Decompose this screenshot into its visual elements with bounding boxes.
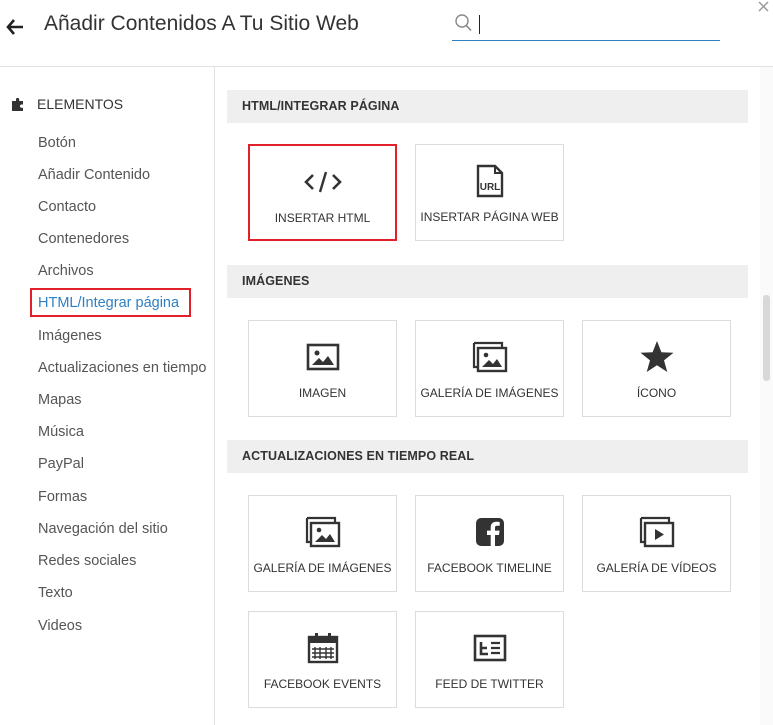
widget-tile[interactable]: FEED DE TWITTER: [415, 611, 564, 708]
widget-tile-label: INSERTAR HTML: [274, 211, 371, 225]
sidebar-item[interactable]: Formas: [38, 487, 87, 507]
widget-tile[interactable]: INSERTAR HTML: [248, 144, 397, 241]
widget-tile-label: IMAGEN: [298, 386, 347, 400]
sidebar-item[interactable]: Archivos: [38, 261, 94, 281]
widget-tile[interactable]: URL INSERTAR PÁGINA WEB: [415, 144, 564, 241]
search-input[interactable]: [476, 12, 720, 38]
section-header: ACTUALIZACIONES EN TIEMPO REAL: [227, 440, 748, 473]
section-title: HTML/INTEGRAR PÁGINA: [242, 99, 400, 113]
sidebar-item[interactable]: Texto: [38, 583, 73, 603]
feed-icon: [416, 632, 563, 664]
svg-text:URL: URL: [479, 182, 500, 193]
dialog-header: Añadir Contenidos A Tu Sitio Web: [0, 0, 773, 67]
content-panel: HTML/INTEGRAR PÁGINA INSERTAR HTML URL INSE…: [215, 67, 760, 725]
widget-tile-label: FACEBOOK TIMELINE: [427, 561, 552, 575]
sidebar-item[interactable]: PayPal: [38, 454, 84, 474]
active-item-highlight: [30, 288, 191, 317]
url-page-icon: URL: [416, 164, 563, 198]
sidebar-category-label: ELEMENTOS: [37, 96, 124, 112]
widget-tile[interactable]: ÍCONO: [582, 320, 731, 417]
widget-tile[interactable]: GALERÍA DE IMÁGENES: [248, 495, 397, 592]
widget-tile-label: GALERÍA DE IMÁGENES: [420, 386, 559, 400]
widget-tile-label: ÍCONO: [636, 386, 677, 400]
image-icon: [249, 341, 396, 373]
widget-tile[interactable]: IMAGEN: [248, 320, 397, 417]
sidebar: ELEMENTOS Botón Añadir Contenido Contacto C…: [0, 67, 215, 725]
sidebar-item[interactable]: Redes sociales: [38, 551, 136, 571]
close-icon[interactable]: [756, 0, 770, 14]
search-box[interactable]: [452, 10, 720, 41]
code-icon: [250, 166, 395, 198]
sidebar-item[interactable]: Mapas: [38, 390, 82, 410]
puzzle-icon: [10, 96, 26, 112]
gallery-icon: [416, 341, 563, 373]
widget-tile-label: INSERTAR PÁGINA WEB: [420, 210, 559, 224]
widget-tile[interactable]: FACEBOOK EVENTS: [248, 611, 397, 708]
sidebar-item[interactable]: Contenedores: [38, 229, 129, 249]
sidebar-item[interactable]: Botón: [38, 133, 76, 153]
search-icon: [454, 13, 472, 33]
calendar-icon: [249, 632, 396, 664]
widget-tile-label: FEED DE TWITTER: [435, 677, 544, 691]
widget-tile[interactable]: GALERÍA DE IMÁGENES: [415, 320, 564, 417]
text-caret: [479, 15, 480, 34]
video-gallery-icon: [583, 516, 730, 548]
sidebar-item[interactable]: Navegación del sitio: [38, 519, 168, 539]
widget-tile-label: GALERÍA DE IMÁGENES: [253, 561, 392, 575]
sidebar-item[interactable]: Añadir Contenido: [38, 165, 150, 185]
section-header: IMÁGENES: [227, 265, 748, 298]
section-title: IMÁGENES: [242, 274, 310, 288]
sidebar-item[interactable]: Videos: [38, 616, 82, 636]
gallery-icon: [249, 516, 396, 548]
section-header: HTML/INTEGRAR PÁGINA: [227, 90, 748, 123]
section-title: ACTUALIZACIONES EN TIEMPO REAL: [242, 449, 475, 463]
widget-tile[interactable]: FACEBOOK TIMELINE: [415, 495, 564, 592]
widget-tile[interactable]: GALERÍA DE VÍDEOS: [582, 495, 731, 592]
facebook-icon: [416, 516, 563, 548]
dialog-title: Añadir Contenidos A Tu Sitio Web: [44, 12, 359, 35]
widget-tile-label: GALERÍA DE VÍDEOS: [596, 561, 717, 575]
star-icon: [583, 341, 730, 373]
scrollbar-thumb[interactable]: [763, 295, 770, 381]
widget-tile-label: FACEBOOK EVENTS: [263, 677, 382, 691]
sidebar-item[interactable]: Música: [38, 422, 84, 442]
sidebar-item[interactable]: Contacto: [38, 197, 96, 217]
sidebar-item[interactable]: Imágenes: [38, 326, 102, 346]
sidebar-item[interactable]: Actualizaciones en tiempo: [38, 358, 206, 378]
back-arrow-icon[interactable]: [6, 14, 26, 38]
scrollbar[interactable]: [760, 67, 773, 725]
